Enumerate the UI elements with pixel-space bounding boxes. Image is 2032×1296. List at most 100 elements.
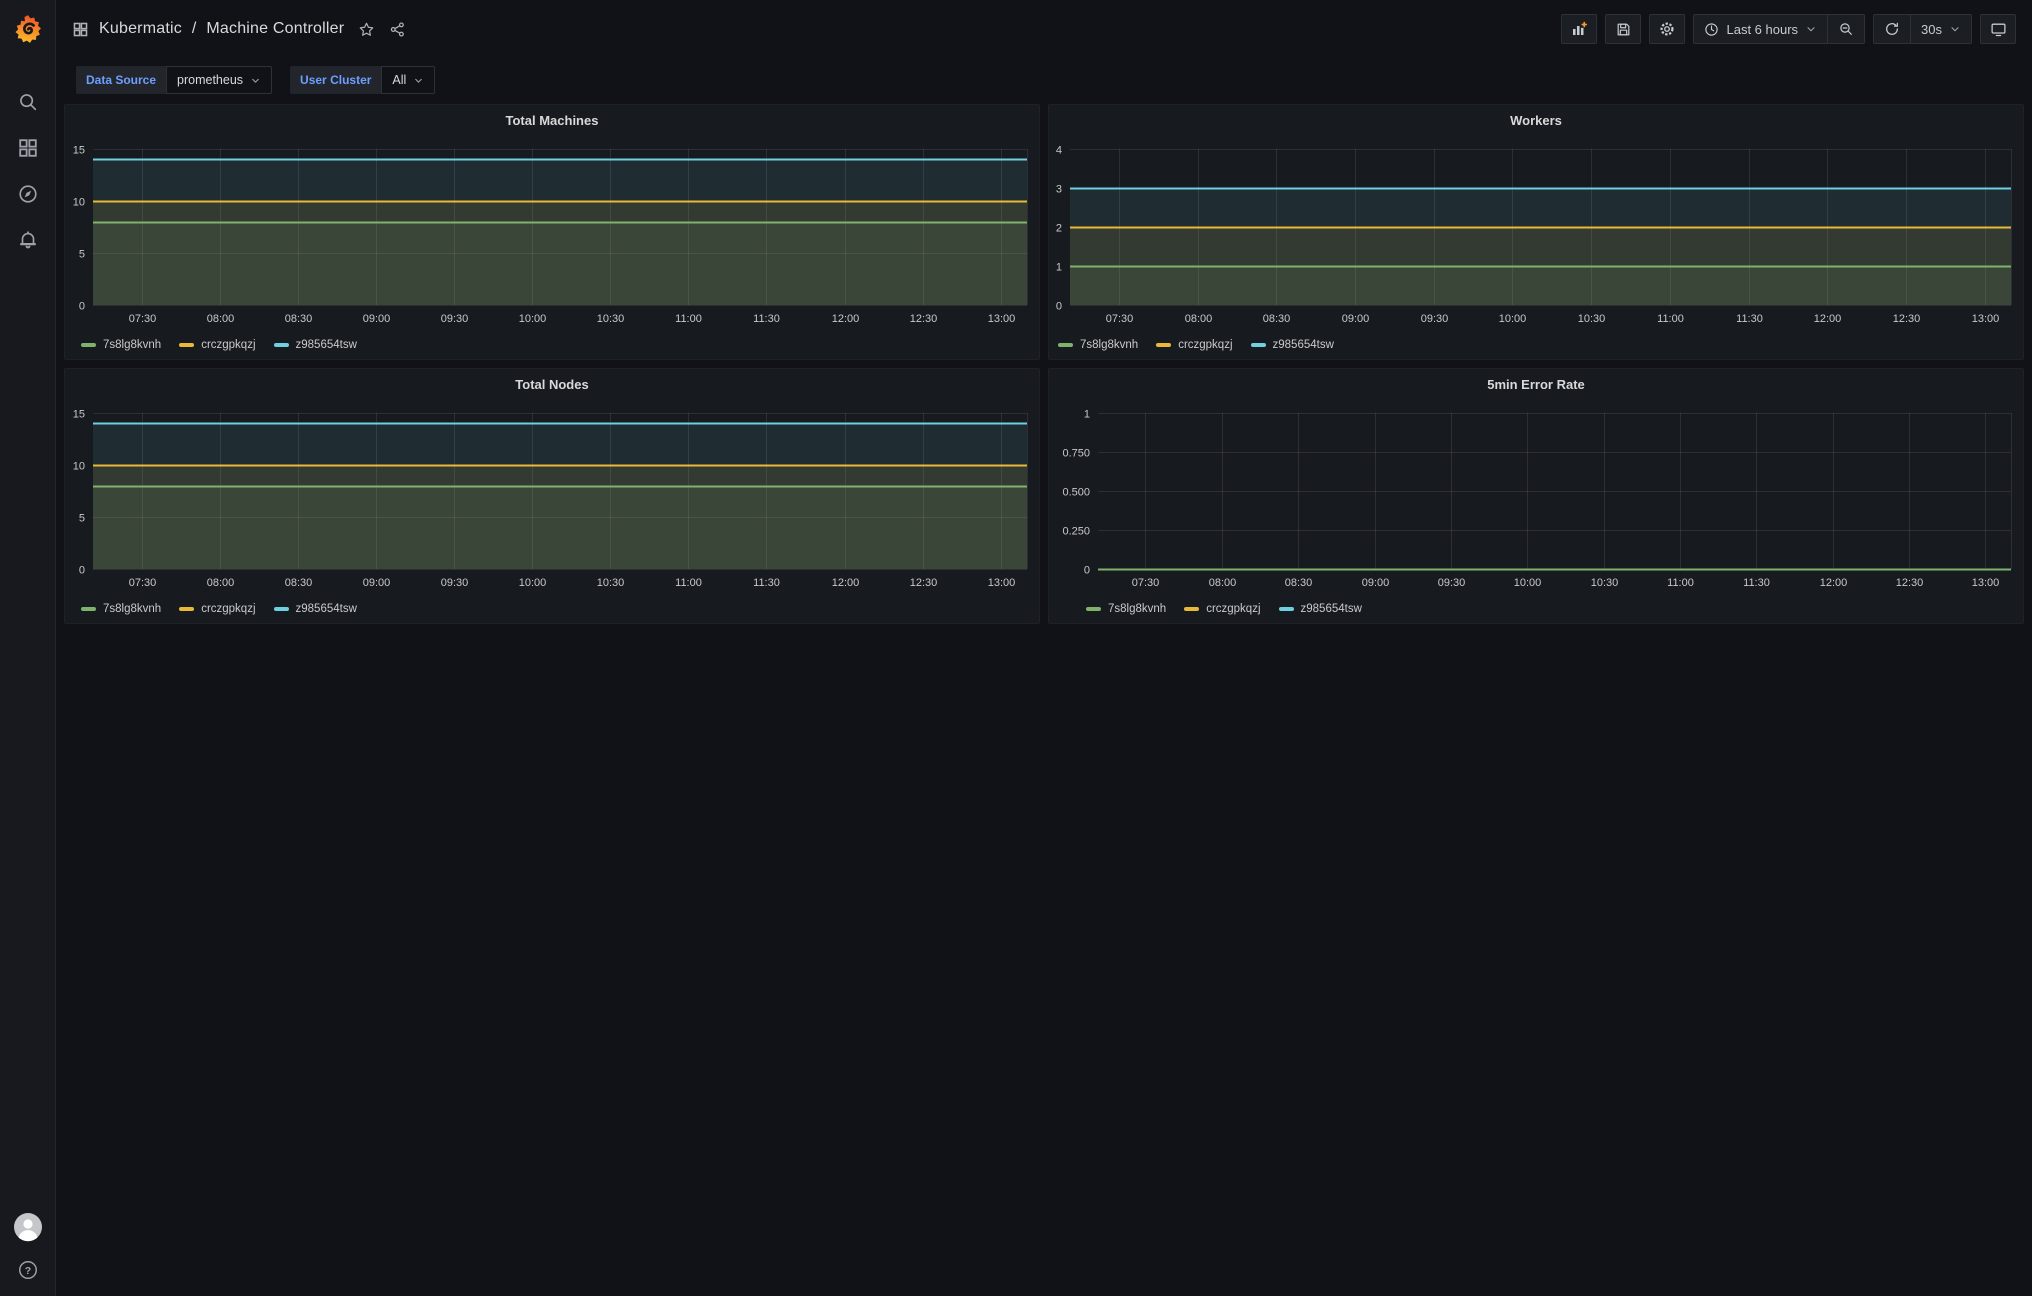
panel-title[interactable]: Workers <box>1049 105 2023 137</box>
legend-item-z985654tsw[interactable]: z985654tsw <box>1250 339 1334 351</box>
chart-legend: 7s8lg8kvnh crczgpkqzj z985654tsw <box>1049 595 2023 623</box>
time-range-label: Last 6 hours <box>1726 21 1799 37</box>
chevron-down-icon <box>413 75 424 86</box>
legend-item-z985654tsw[interactable]: z985654tsw <box>1278 603 1362 615</box>
chart-5min-error-rate[interactable]: 0 0.250 0.500 0.750 1 07:30 08:00 08:30 09:00 09:… <box>1049 401 2023 623</box>
data-source-picker[interactable]: prometheus <box>166 66 273 94</box>
clock-icon <box>1705 22 1719 36</box>
svg-text:12:00: 12:00 <box>832 577 860 589</box>
variable-label: Data Source <box>76 66 167 94</box>
chevron-down-icon <box>250 75 261 86</box>
explore-compass-icon[interactable] <box>16 182 40 206</box>
legend-item-crczgpkqzj[interactable]: crczgpkqzj <box>179 339 256 351</box>
legend-series-name: z985654tsw <box>1300 603 1362 615</box>
panel-5min-error-rate: 5min Error Rate 0 0.250 0.500 0.750 1 07:30 08… <box>1048 368 2024 624</box>
svg-text:09:30: 09:30 <box>1438 577 1466 589</box>
search-icon[interactable] <box>16 90 40 114</box>
legend-swatch <box>179 607 195 611</box>
variable-label: User Cluster <box>290 66 382 94</box>
user-avatar[interactable] <box>13 1212 43 1242</box>
refresh-button[interactable] <box>1874 15 1910 43</box>
variable-data-source: Data Source prometheus <box>76 66 273 94</box>
share-icon[interactable] <box>389 21 406 38</box>
chart-legend: 7s8lg8kvnh crczgpkqzj z985654tsw <box>65 331 1039 359</box>
legend-item-7s8lg8kvnh[interactable]: 7s8lg8kvnh <box>81 339 161 351</box>
panel-title[interactable]: 5min Error Rate <box>1049 369 2023 401</box>
svg-text:10:30: 10:30 <box>597 577 625 589</box>
svg-text:12:30: 12:30 <box>1893 313 1921 325</box>
panel-title[interactable]: Total Machines <box>65 105 1039 137</box>
legend-item-7s8lg8kvnh[interactable]: 7s8lg8kvnh <box>81 603 161 615</box>
svg-text:12:00: 12:00 <box>1820 577 1848 589</box>
legend-series-name: crczgpkqzj <box>1178 339 1233 351</box>
chart-legend: 7s8lg8kvnh crczgpkqzj z985654tsw <box>1049 331 2023 359</box>
svg-text:07:30: 07:30 <box>1132 577 1160 589</box>
svg-text:07:30: 07:30 <box>129 577 157 589</box>
legend-item-crczgpkqzj[interactable]: crczgpkqzj <box>1184 603 1261 615</box>
save-dashboard-button[interactable] <box>1605 14 1642 44</box>
svg-text:08:30: 08:30 <box>1263 313 1291 325</box>
svg-text:12:30: 12:30 <box>1896 577 1924 589</box>
time-picker-group: Last 6 hours <box>1693 14 1866 44</box>
zoom-out-time-button[interactable] <box>1827 15 1864 43</box>
user-cluster-picker[interactable]: All <box>381 66 436 94</box>
legend-item-z985654tsw[interactable]: z985654tsw <box>273 339 357 351</box>
breadcrumb-dashboard-title[interactable]: Machine Controller <box>206 20 344 38</box>
legend-swatch <box>179 343 195 347</box>
chart-workers[interactable]: 0 1 2 3 4 07:30 08:00 08:30 09:00 09:30 10:00 10:30… <box>1049 137 2023 359</box>
help-icon[interactable]: ? <box>16 1258 40 1282</box>
dashboard-grid: Total Machines 0 5 10 15 07:30 08:00 08:30 09:0… <box>64 104 2024 624</box>
legend-series-name: crczgpkqzj <box>201 339 256 351</box>
legend-item-crczgpkqzj[interactable]: crczgpkqzj <box>179 603 256 615</box>
refresh-group: 30s <box>1873 14 1972 44</box>
svg-text:11:30: 11:30 <box>753 313 780 325</box>
svg-text:10: 10 <box>73 197 85 209</box>
legend-swatch <box>1058 343 1073 347</box>
svg-text:12:30: 12:30 <box>910 577 938 589</box>
legend-item-z985654tsw[interactable]: z985654tsw <box>273 603 357 615</box>
variable-user-cluster: User Cluster All <box>290 66 436 94</box>
svg-text:0.750: 0.750 <box>1062 448 1090 460</box>
svg-text:1: 1 <box>1084 409 1090 421</box>
legend-series-name: 7s8lg8kvnh <box>1080 339 1139 351</box>
grafana-logo[interactable] <box>0 0 56 58</box>
svg-text:12:00: 12:00 <box>832 313 860 325</box>
svg-text:13:00: 13:00 <box>988 577 1016 589</box>
panel-total-machines: Total Machines 0 5 10 15 07:30 08:00 08:30 09:0… <box>64 104 1040 360</box>
legend-swatch <box>273 607 289 611</box>
settings-gear-icon[interactable] <box>1649 14 1686 44</box>
legend-item-7s8lg8kvnh[interactable]: 7s8lg8kvnh <box>1086 603 1166 615</box>
alerting-bell-icon[interactable] <box>16 228 40 252</box>
chart-legend: 7s8lg8kvnh crczgpkqzj z985654tsw <box>65 595 1039 623</box>
chevron-down-icon <box>1805 23 1817 35</box>
svg-text:10:00: 10:00 <box>519 577 547 589</box>
chart-total-nodes[interactable]: 0 5 10 15 07:30 08:00 08:30 09:00 09:30 10:00 10:3… <box>65 401 1039 623</box>
legend-item-7s8lg8kvnh[interactable]: 7s8lg8kvnh <box>1058 339 1138 351</box>
refresh-interval-label: 30s <box>1921 21 1942 37</box>
panel-title[interactable]: Total Nodes <box>65 369 1039 401</box>
svg-text:10:30: 10:30 <box>1578 313 1606 325</box>
svg-text:07:30: 07:30 <box>1106 313 1134 325</box>
svg-text:0: 0 <box>79 565 85 577</box>
svg-text:0: 0 <box>1084 565 1090 577</box>
kiosk-monitor-icon[interactable] <box>1980 14 2016 44</box>
svg-text:5: 5 <box>79 249 85 261</box>
svg-text:11:00: 11:00 <box>1657 313 1684 325</box>
legend-swatch <box>273 343 289 347</box>
refresh-icon <box>1886 22 1898 35</box>
legend-series-name: z985654tsw <box>295 603 357 615</box>
legend-series-name: crczgpkqzj <box>1206 603 1261 615</box>
svg-text:09:00: 09:00 <box>363 577 391 589</box>
dashboards-icon[interactable] <box>16 136 40 160</box>
svg-text:13:00: 13:00 <box>1972 313 2000 325</box>
legend-item-crczgpkqzj[interactable]: crczgpkqzj <box>1156 339 1233 351</box>
breadcrumb-folder[interactable]: Kubermatic <box>99 20 182 38</box>
svg-text:?: ? <box>24 1265 30 1277</box>
chart-total-machines[interactable]: 0 5 10 15 07:30 08:00 08:30 09:00 09:30 10:00 10:3… <box>65 137 1039 359</box>
refresh-interval-picker[interactable]: 30s <box>1910 15 1971 43</box>
breadcrumb-separator: / <box>191 20 197 37</box>
svg-text:11:00: 11:00 <box>1667 577 1694 589</box>
star-icon[interactable] <box>358 21 375 38</box>
time-range-picker[interactable]: Last 6 hours <box>1694 15 1827 43</box>
add-panel-button[interactable] <box>1561 14 1598 44</box>
